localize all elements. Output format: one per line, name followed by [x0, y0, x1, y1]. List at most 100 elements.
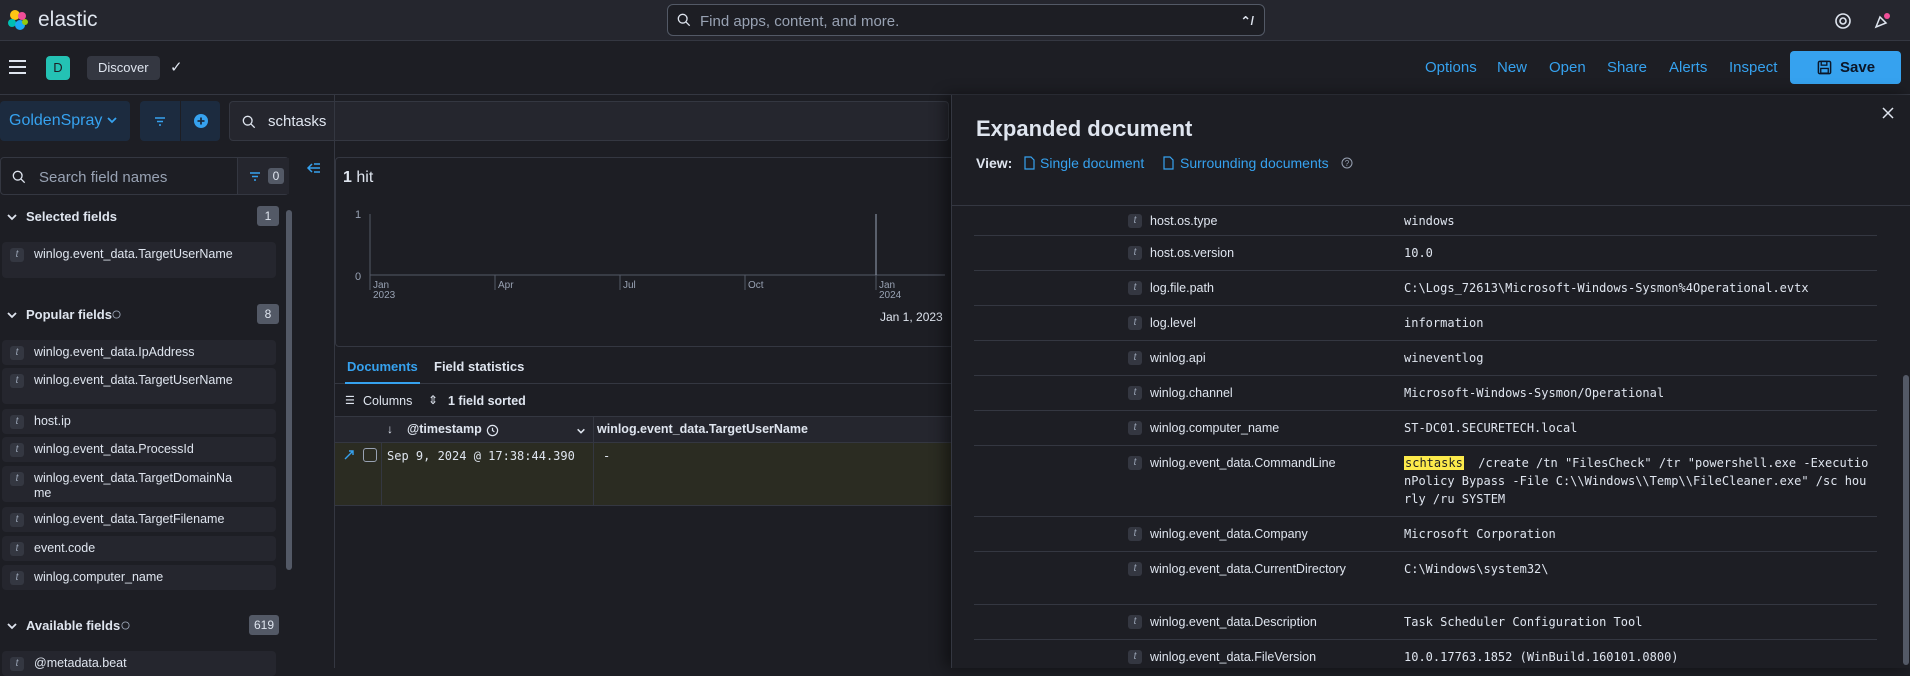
field-item[interactable]: t winlog.event_data.TargetUserName: [2, 368, 276, 404]
field-item[interactable]: t event.code: [2, 536, 276, 561]
svg-text:?: ?: [1345, 159, 1350, 168]
field-item[interactable]: t @metadata.beat: [2, 651, 276, 676]
field-item[interactable]: t winlog.event_data.IpAddress: [2, 340, 276, 365]
doc-field-row[interactable]: t host.os.type windows: [974, 206, 1877, 236]
popular-fields-header[interactable]: Popular fields 8: [0, 304, 282, 326]
doc-field-key: winlog.computer_name: [1150, 421, 1280, 435]
field-item[interactable]: t winlog.event_data.ProcessId: [2, 437, 276, 462]
doc-field-key: winlog.event_data.Description: [1150, 615, 1317, 629]
search-icon: [12, 170, 26, 184]
alerts-link[interactable]: Alerts: [1669, 59, 1707, 76]
columns-button[interactable]: Columns: [363, 394, 412, 408]
column-header-target-user[interactable]: winlog.event_data.TargetUserName: [597, 422, 808, 436]
doc-field-row[interactable]: t log.file.path C:\Logs_72613\Microsoft-Wi…: [974, 271, 1877, 306]
query-value: schtasks: [268, 113, 327, 130]
chevron-down-icon[interactable]: [576, 426, 586, 436]
text-type-icon: t: [10, 513, 24, 527]
sort-button[interactable]: 1 field sorted: [448, 394, 526, 408]
doc-field-value: ST-DC01.SECURETECH.local: [1404, 421, 1578, 435]
open-link[interactable]: Open: [1549, 59, 1586, 76]
selected-fields-header[interactable]: Selected fields 1: [0, 206, 282, 228]
doc-field-row[interactable]: t winlog.event_data.CommandLine schtasks /…: [974, 446, 1877, 517]
field-item[interactable]: t winlog.event_data.TargetDomainName: [2, 466, 276, 502]
svg-text:Oct: Oct: [748, 280, 764, 291]
table-row[interactable]: Sep 9, 2024 @ 17:38:44.390 -: [335, 443, 955, 506]
x-tick: Jul: [619, 275, 636, 291]
field-item[interactable]: t host.ip: [2, 409, 276, 434]
add-filter-icon[interactable]: [193, 113, 209, 129]
info-icon[interactable]: [121, 621, 130, 630]
expanded-document-flyout: Expanded document View: Single document …: [951, 95, 1910, 668]
section-title: Selected fields: [26, 209, 118, 224]
global-search-input[interactable]: Find apps, content, and more. ⌃/: [667, 4, 1265, 36]
text-type-icon: t: [1128, 351, 1142, 365]
doc-field-row[interactable]: t host.os.version 10.0: [974, 236, 1877, 271]
search-icon: [242, 115, 256, 129]
share-link[interactable]: Share: [1607, 59, 1647, 76]
info-icon[interactable]: [112, 310, 121, 319]
hamburger-menu-icon[interactable]: [9, 60, 26, 74]
cell-target-user: -: [603, 449, 611, 463]
new-link[interactable]: New: [1497, 59, 1527, 76]
check-icon: ✓: [170, 59, 183, 76]
grid-toolbar: ☰ Columns ⇕ 1 field sorted: [335, 388, 955, 416]
doc-field-key: winlog.event_data.CurrentDirectory: [1150, 562, 1346, 576]
tab-field-statistics[interactable]: Field statistics: [434, 359, 524, 374]
expand-row-icon[interactable]: [343, 449, 355, 461]
single-document-link[interactable]: Single document: [1040, 155, 1144, 171]
svg-text:2024: 2024: [879, 290, 902, 301]
column-header-timestamp[interactable]: @timestamp: [407, 422, 482, 436]
elastic-wordmark[interactable]: elastic: [38, 8, 98, 32]
close-icon[interactable]: [1881, 106, 1895, 120]
section-title: Popular fields: [26, 307, 112, 322]
search-highlight: schtasks: [1404, 456, 1464, 470]
kql-query-input[interactable]: schtasks: [229, 101, 949, 141]
text-type-icon: t: [10, 443, 24, 457]
available-fields-header[interactable]: Available fields 619: [0, 615, 282, 637]
doc-field-key: host.os.version: [1150, 246, 1235, 260]
text-type-icon: t: [1128, 562, 1142, 576]
tab-documents[interactable]: Documents: [345, 359, 420, 384]
data-view-picker[interactable]: GoldenSpray: [0, 101, 130, 141]
flyout-title: Expanded document: [976, 116, 1193, 141]
collapse-sidebar-icon[interactable]: [306, 160, 322, 176]
save-button[interactable]: Save: [1790, 51, 1901, 84]
help-icon[interactable]: [1833, 11, 1853, 31]
svg-text:2023: 2023: [373, 290, 396, 301]
filter-icon[interactable]: [153, 114, 167, 128]
doc-field-value: information: [1404, 316, 1484, 330]
field-item[interactable]: t winlog.computer_name: [2, 565, 276, 590]
field-item[interactable]: t winlog.event_data.TargetFilename: [2, 507, 276, 532]
doc-field-row[interactable]: t winlog.event_data.Description Task Sched…: [974, 605, 1877, 640]
text-type-icon: t: [1128, 650, 1142, 664]
doc-field-row[interactable]: t winlog.api wineventlog: [974, 341, 1877, 376]
options-link[interactable]: Options: [1425, 59, 1477, 76]
clock-icon: [486, 424, 499, 437]
inspect-link[interactable]: Inspect: [1729, 59, 1777, 76]
space-avatar[interactable]: D: [46, 56, 70, 80]
doc-field-key: log.file.path: [1150, 281, 1214, 295]
doc-field-row[interactable]: t log.level information: [974, 306, 1877, 341]
doc-field-key: winlog.event_data.FileVersion: [1150, 650, 1317, 664]
field-type-filter-button[interactable]: 0: [237, 158, 289, 194]
doc-field-row[interactable]: t winlog.computer_name ST-DC01.SECURETECH.…: [974, 411, 1877, 446]
breadcrumb-discover[interactable]: Discover: [87, 56, 160, 80]
flyout-scrollbar[interactable]: [1903, 375, 1909, 665]
field-item[interactable]: t winlog.event_data.TargetUserName: [2, 242, 276, 278]
doc-field-value: Microsoft Corporation: [1404, 527, 1556, 541]
doc-field-row[interactable]: t winlog.event_data.FileVersion 10.0.17763…: [974, 640, 1877, 675]
sidebar-scrollbar[interactable]: [286, 210, 292, 570]
doc-field-row[interactable]: t winlog.channel Microsoft-Windows-Sysmon/…: [974, 376, 1877, 411]
news-feed-icon[interactable]: [1872, 11, 1892, 31]
surrounding-documents-link[interactable]: Surrounding documents: [1180, 155, 1329, 171]
histogram-chart[interactable]: 1 0 Jan2023 Apr Jul Oct Jan2024 Jan 1, 2…: [345, 200, 945, 345]
doc-field-row[interactable]: t winlog.event_data.CurrentDirectory C:\Wi…: [974, 552, 1877, 605]
doc-field-key: winlog.api: [1150, 351, 1206, 365]
elastic-logo-icon[interactable]: [6, 8, 30, 32]
info-icon[interactable]: ?: [1341, 157, 1353, 169]
doc-field-row[interactable]: t winlog.event_data.Company Microsoft Corp…: [974, 517, 1877, 552]
text-type-icon: t: [1128, 527, 1142, 541]
field-search-input[interactable]: Search field names 0: [0, 157, 289, 195]
row-select-checkbox[interactable]: [363, 448, 377, 462]
global-search-placeholder: Find apps, content, and more.: [700, 13, 900, 30]
